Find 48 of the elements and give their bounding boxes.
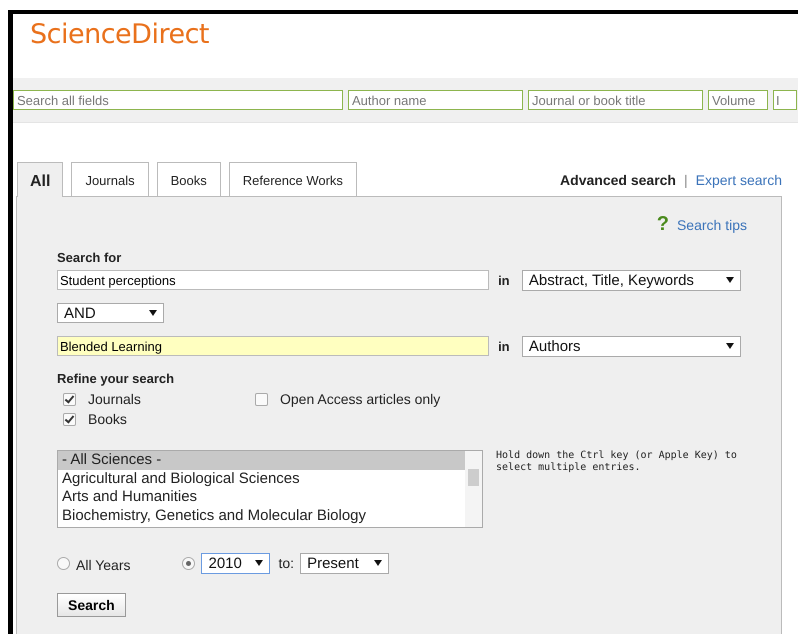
caret-icon [255,560,264,566]
to-label: to: [278,555,294,571]
subject-list[interactable]: - All Sciences - Agricultural and Biological Sciences Arts and Humanities Biochemistry, Genetics and Molecular Biology [57,450,484,528]
search-term-field[interactable]: Blended Learning [57,336,490,356]
search-field[interactable]: Volume [708,90,768,110]
search-mode-link[interactable]: Expert search [696,172,782,188]
checkbox-label: Journals [88,391,141,407]
subject-option[interactable]: - All Sciences - [58,451,466,470]
caret-icon [149,310,157,316]
caret-icon [374,560,382,566]
search-field[interactable]: I [773,90,797,110]
search-field[interactable]: Search all fields [13,90,343,110]
search-mode-link[interactable]: Advanced search [560,172,676,188]
help-icon: ? [656,213,669,236]
field-dropdown[interactable]: Abstract, Title, Keywords [522,270,741,290]
scrollbar[interactable] [465,451,482,527]
separator: | [684,172,688,188]
field-dropdown[interactable]: Authors [522,336,741,356]
operator-dropdown[interactable]: AND [57,303,164,323]
search-tips-link[interactable]: Search tips [676,216,747,232]
checkbox[interactable] [63,392,76,406]
subject-option[interactable]: Agricultural and Biological Sciences [58,470,466,488]
radio-button[interactable] [182,556,196,570]
checkbox-label: Open Access articles only [280,391,440,407]
year-dropdown[interactable]: 2010 [201,552,270,574]
section-label: Refine your search [57,371,174,386]
in-label: in [498,272,511,288]
radio-button[interactable] [57,556,70,570]
subject-option[interactable]: Biochemistry, Genetics and Molecular Biology [58,506,466,525]
subject-option[interactable]: Arts and Humanities [58,488,466,506]
search-field[interactable]: Author name [348,90,523,110]
radio-label: All Years [76,556,130,572]
year-dropdown[interactable]: Present [300,552,390,574]
section-label: Search for [57,250,122,265]
caret-icon [726,277,734,283]
search-button[interactable]: Search [57,593,126,617]
hint-text: Hold down the Ctrl key (or Apple Key) to select multiple entries. [496,450,738,474]
checkbox[interactable] [255,392,268,406]
in-label: in [498,338,511,354]
checkbox-label: Books [88,411,127,427]
tab[interactable]: All [17,162,64,197]
tab[interactable]: Journals [71,162,149,196]
search-term-field[interactable]: Student perceptions [57,270,490,290]
tab[interactable]: Reference Works [228,162,357,196]
checkbox[interactable] [63,412,76,426]
tab[interactable]: Books [156,162,221,196]
search-field[interactable]: Journal or book title [528,90,703,110]
caret-icon [726,343,734,349]
